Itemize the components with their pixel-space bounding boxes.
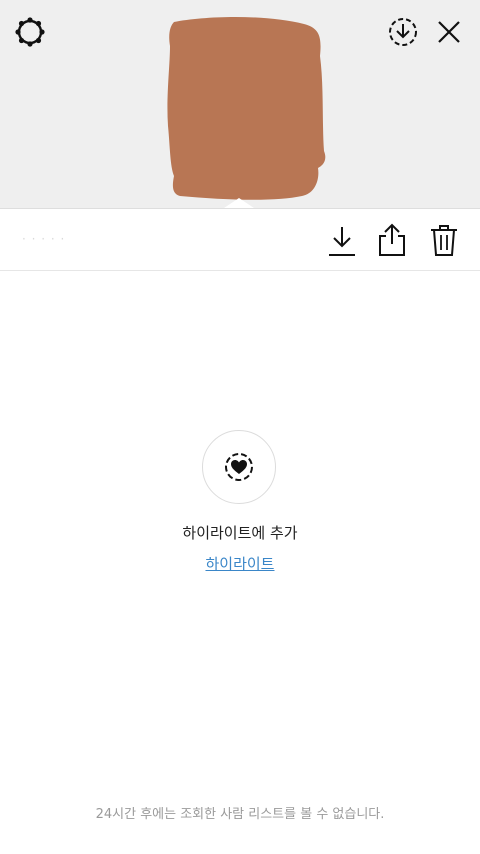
delete-button[interactable] — [424, 220, 464, 260]
download-circle-icon — [389, 18, 417, 46]
download-icon — [329, 227, 355, 256]
settings-button[interactable] — [10, 12, 50, 52]
save-story-button[interactable] — [383, 12, 423, 52]
highlight-link-wrapper: 하이라이트 — [0, 553, 480, 574]
highlight-heart-icon — [225, 453, 253, 481]
viewer-list-notice: 24시간 후에는 조회한 사람 리스트를 볼 수 없습니다. — [95, 807, 385, 822]
viewer-count-label: · · · · · — [22, 232, 66, 246]
share-icon — [379, 223, 405, 256]
add-highlight-title: 하이라이트에 추가 — [182, 524, 298, 542]
story-thumbnail[interactable] — [164, 16, 326, 200]
close-icon — [438, 21, 460, 43]
settings-icon — [15, 17, 45, 47]
trash-icon — [431, 225, 457, 256]
share-button[interactable] — [372, 220, 412, 260]
add-highlight-button[interactable] — [202, 430, 276, 504]
highlight-link[interactable]: 하이라이트 — [205, 555, 274, 573]
story-viewer-screen: · · · · · 하이라이트에 추가 하이라이트 24시간 후에는 조회한 사… — [0, 0, 480, 854]
download-button[interactable] — [322, 221, 362, 261]
close-button[interactable] — [429, 12, 469, 52]
